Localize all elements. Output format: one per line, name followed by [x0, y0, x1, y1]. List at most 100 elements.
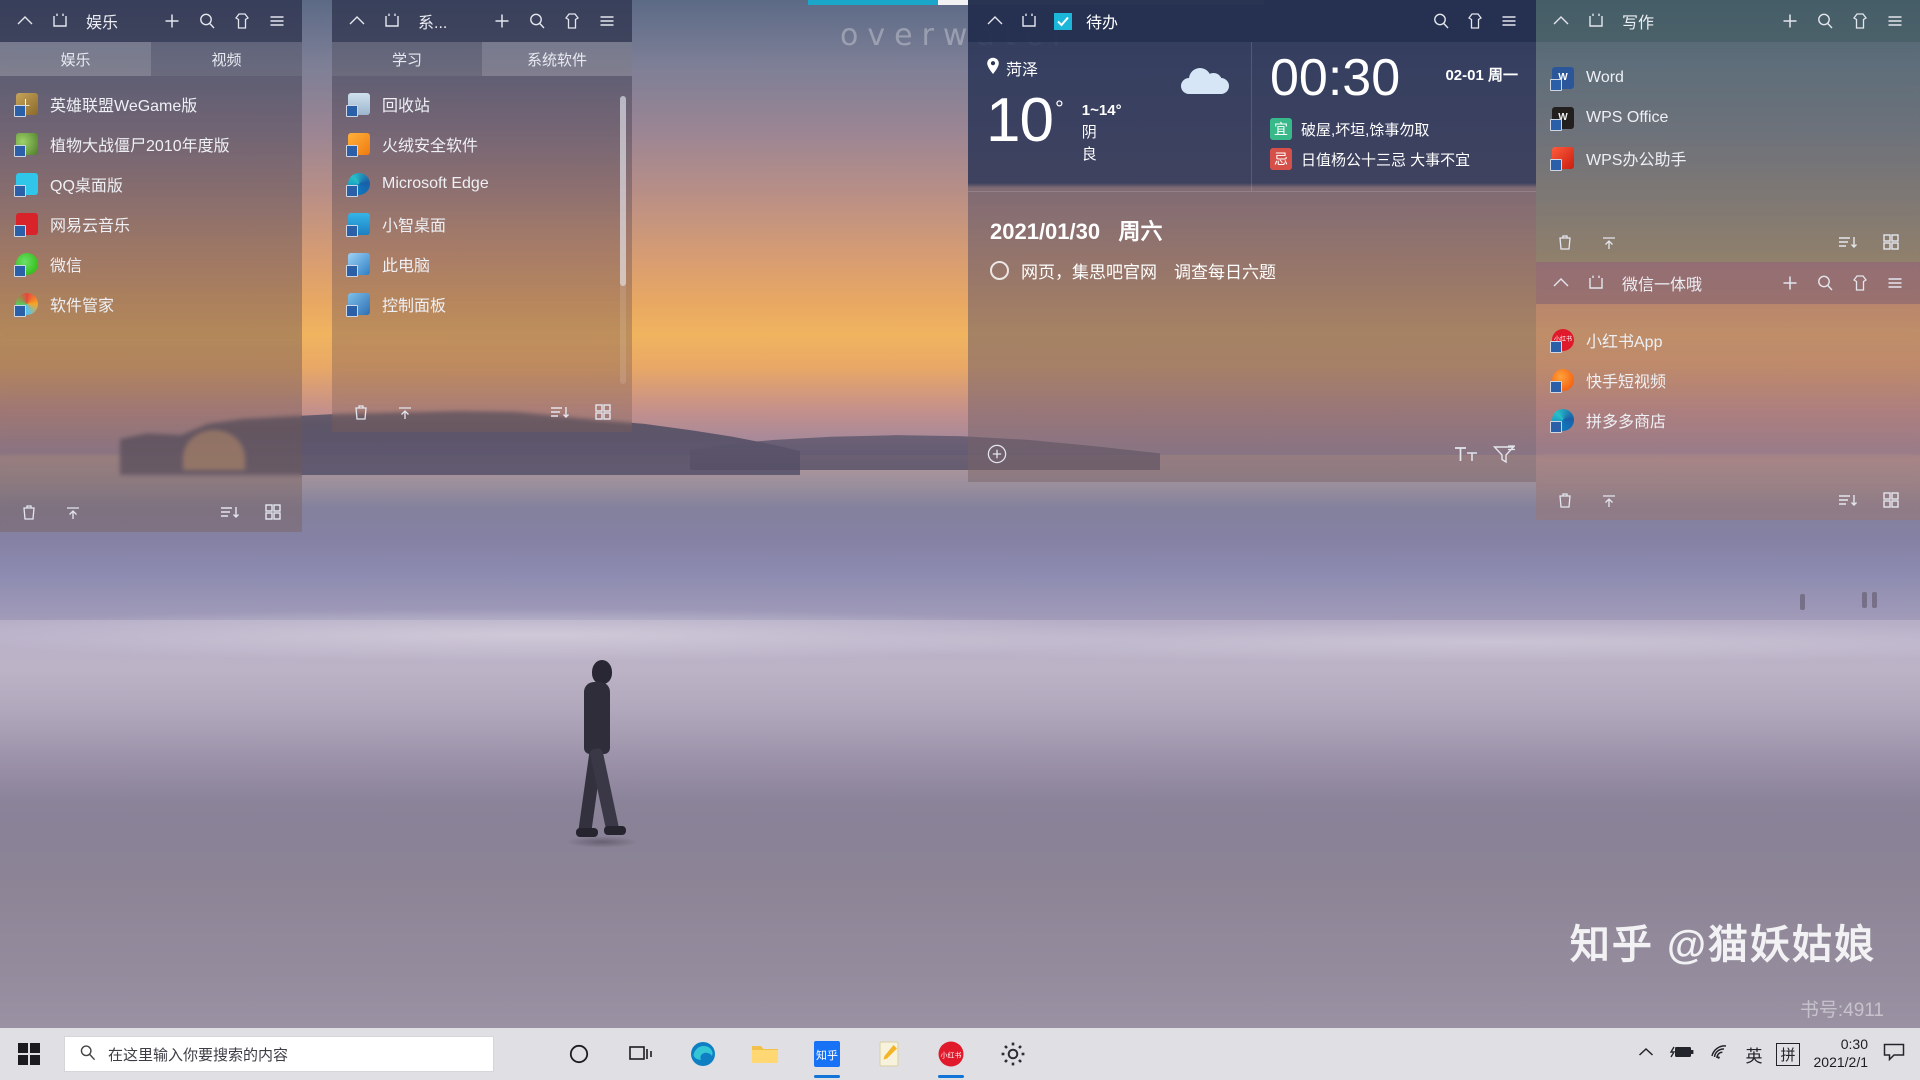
- chevron-up-icon[interactable]: [346, 10, 368, 32]
- grid-icon[interactable]: [1880, 489, 1902, 511]
- clock-section[interactable]: 02-01 周一 00:30 宜 破屋,坏垣,馀事勿取 忌 日值杨公十三忌 大事…: [1252, 42, 1536, 191]
- list-item[interactable]: 网易云音乐: [0, 204, 302, 244]
- trash-icon[interactable]: [1554, 489, 1576, 511]
- search-icon[interactable]: [196, 10, 218, 32]
- tab-video[interactable]: 视频: [151, 42, 302, 76]
- chevron-up-icon[interactable]: [1550, 10, 1572, 32]
- battery-charging-icon[interactable]: [1669, 1044, 1695, 1064]
- shirt-icon[interactable]: [561, 10, 583, 32]
- box-icon[interactable]: [49, 10, 71, 32]
- ime-mode[interactable]: 拼: [1776, 1042, 1800, 1066]
- menu-icon[interactable]: [1884, 10, 1906, 32]
- grid-icon[interactable]: [1880, 231, 1902, 253]
- plus-icon[interactable]: [1779, 272, 1801, 294]
- list-item[interactable]: 回收站: [332, 84, 632, 124]
- chevron-up-icon[interactable]: [14, 10, 36, 32]
- speech-bubble-icon[interactable]: [1882, 1042, 1906, 1066]
- app-label: 微信: [50, 258, 83, 275]
- list-item[interactable]: QQ桌面版: [0, 164, 302, 204]
- box-icon[interactable]: [1585, 272, 1607, 294]
- collapse-icon[interactable]: [1598, 231, 1620, 253]
- collapse-icon[interactable]: [62, 501, 84, 523]
- search-input[interactable]: 在这里输入你要搜索的内容: [64, 1036, 494, 1072]
- chevron-up-icon[interactable]: [1637, 1045, 1655, 1063]
- filter-icon[interactable]: [1490, 443, 1518, 465]
- grid-icon[interactable]: [262, 501, 284, 523]
- trash-icon[interactable]: [18, 501, 40, 523]
- menu-icon[interactable]: [266, 10, 288, 32]
- taskbar-clock[interactable]: 0:30 2021/2/1: [1814, 1036, 1869, 1072]
- xiaohongshu-icon: 小红书: [1550, 329, 1574, 353]
- weather-section[interactable]: 菏泽 10 ° 1~14° 阴 良: [968, 42, 1252, 191]
- list-item[interactable]: L 英雄联盟WeGame版: [0, 84, 302, 124]
- plus-icon[interactable]: [491, 10, 513, 32]
- box-icon[interactable]: [1585, 10, 1607, 32]
- search-icon[interactable]: [1814, 10, 1836, 32]
- grid-icon[interactable]: [592, 401, 614, 423]
- list-item[interactable]: 软件管家: [0, 284, 302, 324]
- shirt-icon[interactable]: [231, 10, 253, 32]
- menu-icon[interactable]: [1498, 10, 1520, 32]
- box-icon[interactable]: [1018, 10, 1040, 32]
- text-format-icon[interactable]: [1452, 443, 1480, 465]
- weather-condition: 阴: [1081, 123, 1097, 141]
- notepad-icon[interactable]: [862, 1028, 916, 1080]
- list-item[interactable]: 小红书 小红书App: [1536, 320, 1920, 360]
- edge-icon[interactable]: [676, 1028, 730, 1080]
- weather-todo-widget: 待办 菏泽 10 ° 1~14° 阴 良 02-01 周一 00:30 宜 破屋…: [968, 0, 1536, 482]
- scrollbar[interactable]: [620, 96, 626, 384]
- list-item[interactable]: Microsoft Edge: [332, 164, 632, 204]
- wifi-icon[interactable]: [1709, 1044, 1731, 1064]
- collapse-icon[interactable]: [394, 401, 416, 423]
- sort-icon[interactable]: [1836, 489, 1858, 511]
- box-icon[interactable]: [381, 10, 403, 32]
- todo-checkbox[interactable]: [990, 261, 1009, 280]
- list-item[interactable]: 控制面板: [332, 284, 632, 324]
- zhihu-icon[interactable]: 知乎: [800, 1028, 854, 1080]
- scrollbar-thumb[interactable]: [620, 96, 626, 286]
- tab-system-software[interactable]: 系统软件: [482, 42, 632, 76]
- chevron-up-icon[interactable]: [984, 10, 1006, 32]
- tab-study[interactable]: 学习: [332, 42, 482, 76]
- list-item[interactable]: WPS办公助手: [1536, 138, 1920, 178]
- menu-icon[interactable]: [596, 10, 618, 32]
- list-item[interactable]: 快手短视频: [1536, 360, 1920, 400]
- list-item[interactable]: W Word: [1536, 58, 1920, 98]
- list-item[interactable]: 火绒安全软件: [332, 124, 632, 164]
- chevron-up-icon[interactable]: [1550, 272, 1572, 294]
- tab-entertainment[interactable]: 娱乐: [0, 42, 151, 76]
- list-item[interactable]: 小智桌面: [332, 204, 632, 244]
- shirt-icon[interactable]: [1849, 10, 1871, 32]
- task-view-icon[interactable]: [614, 1028, 668, 1080]
- search-icon[interactable]: [1814, 272, 1836, 294]
- list-item[interactable]: 拼多多商店: [1536, 400, 1920, 440]
- ime-language[interactable]: 英: [1745, 1042, 1762, 1067]
- list-item[interactable]: 植物大战僵尸2010年度版: [0, 124, 302, 164]
- list-item[interactable]: 微信: [0, 244, 302, 284]
- xiaohongshu-icon[interactable]: 小红书: [924, 1028, 978, 1080]
- collapse-icon[interactable]: [1598, 489, 1620, 511]
- shirt-icon[interactable]: [1464, 10, 1486, 32]
- search-icon[interactable]: [1430, 10, 1452, 32]
- file-explorer-icon[interactable]: [738, 1028, 792, 1080]
- cortana-icon[interactable]: [552, 1028, 606, 1080]
- list-item[interactable]: 此电脑: [332, 244, 632, 284]
- add-circle-icon[interactable]: [986, 443, 1008, 465]
- todo-check-icon[interactable]: [1052, 10, 1074, 32]
- shirt-icon[interactable]: [1849, 272, 1871, 294]
- sort-icon[interactable]: [548, 401, 570, 423]
- weather-temperature-row: 10 ° 1~14° 阴 良: [986, 90, 1233, 165]
- sort-icon[interactable]: [1836, 231, 1858, 253]
- trash-icon[interactable]: [1554, 231, 1576, 253]
- distant-figure: [1872, 592, 1877, 608]
- windows-start-icon[interactable]: [0, 1028, 58, 1080]
- todo-item[interactable]: 网页，集思吧官网 调查每日六题: [990, 258, 1536, 283]
- settings-icon[interactable]: [986, 1028, 1040, 1080]
- search-icon[interactable]: [526, 10, 548, 32]
- list-item[interactable]: W WPS Office: [1536, 98, 1920, 138]
- menu-icon[interactable]: [1884, 272, 1906, 294]
- plus-icon[interactable]: [1779, 10, 1801, 32]
- trash-icon[interactable]: [350, 401, 372, 423]
- plus-icon[interactable]: [161, 10, 183, 32]
- sort-icon[interactable]: [218, 501, 240, 523]
